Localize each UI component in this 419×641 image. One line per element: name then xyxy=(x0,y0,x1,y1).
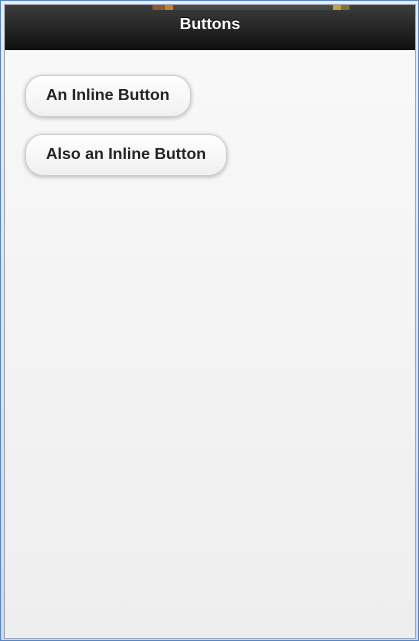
device-frame: Buttons An Inline Button Also an Inline … xyxy=(0,0,419,641)
inline-button[interactable]: An Inline Button xyxy=(25,75,191,117)
page: Buttons An Inline Button Also an Inline … xyxy=(4,4,416,639)
page-title: Buttons xyxy=(179,16,241,33)
content-area: An Inline Button Also an Inline Button xyxy=(5,50,415,638)
also-inline-button[interactable]: Also an Inline Button xyxy=(25,134,227,176)
header-decoration xyxy=(5,5,415,10)
header-bar: Buttons xyxy=(5,5,415,50)
